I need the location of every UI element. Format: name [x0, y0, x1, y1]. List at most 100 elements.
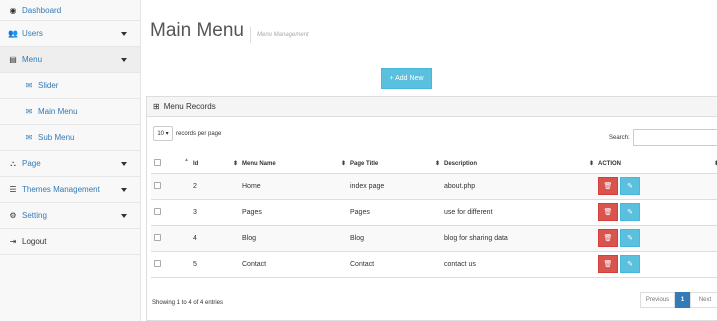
records-panel: ⊞ Menu Records 10 ▾ records per page Sea…: [146, 96, 717, 321]
cell-description: contact us: [444, 251, 598, 278]
sidebar-item-menu[interactable]: ▤ Menu: [0, 47, 140, 73]
sort-icon: ⬍: [232, 161, 238, 167]
cell-menu-name: Home: [242, 173, 350, 200]
users-icon: 👥: [8, 29, 18, 38]
list-icon: ☰: [9, 185, 17, 194]
delete-button[interactable]: 🗑: [598, 203, 618, 221]
sort-icon: ⬍: [340, 161, 346, 167]
col-page-title[interactable]: Page Title ⬍: [350, 155, 444, 174]
search-label: Search:: [609, 134, 630, 141]
sidebar-item-users[interactable]: 👥 Users: [0, 21, 140, 47]
table-info: Showing 1 to 4 of 4 entries: [152, 300, 224, 306]
table-row: 3 Pages Pages use for different 🗑 ✎: [151, 199, 717, 226]
sidebar-item-sub-menu[interactable]: ✉ Sub Menu: [0, 125, 140, 151]
sort-up-icon: ▲: [184, 157, 189, 163]
cell-description: blog for sharing data: [444, 225, 598, 252]
search-input[interactable]: [632, 129, 717, 146]
delete-button[interactable]: 🗑: [598, 255, 618, 273]
panel-title: Menu Records: [163, 102, 216, 111]
select-all-checkbox[interactable]: [154, 159, 161, 167]
cell-page-title: index page: [350, 173, 444, 200]
caret-down-icon: [121, 32, 127, 36]
dashboard-icon: ◉: [9, 5, 17, 15]
sign-out-icon: ⇥: [9, 237, 17, 246]
envelope-icon: ✉: [25, 81, 33, 90]
edit-button[interactable]: ✎: [620, 177, 640, 195]
cogs-icon: ⚙: [9, 211, 17, 220]
cell-description: about.php: [444, 173, 598, 200]
cell-id: 5: [193, 251, 242, 278]
row-checkbox[interactable]: [154, 259, 161, 267]
trash-icon: 🗑: [603, 183, 613, 190]
cell-id: 3: [193, 199, 242, 226]
sidebar-item-main-menu[interactable]: ✉ Main Menu: [0, 99, 140, 125]
delete-button[interactable]: 🗑: [598, 229, 618, 247]
edit-button[interactable]: ✎: [620, 203, 640, 221]
sitemap-icon: ⛬: [10, 158, 16, 168]
previous-page-button[interactable]: Previous: [640, 292, 675, 308]
caret-down-icon: [121, 214, 127, 218]
cell-page-title: Contact: [350, 251, 444, 278]
main-content: Main Menu Menu Management + Add New ⊞ Me…: [141, 0, 717, 321]
envelope-icon: ✉: [25, 107, 33, 116]
row-checkbox[interactable]: [154, 233, 161, 241]
page-title: Main Menu: [150, 20, 244, 41]
row-checkbox[interactable]: [154, 207, 161, 215]
caret-down-icon: [121, 188, 127, 192]
cell-description: use for different: [444, 199, 598, 226]
records-table: ▲ Id ⬍ Menu Name ⬍ Page Title ⬍ Descript…: [151, 155, 717, 278]
page-length-label: records per page: [176, 130, 222, 137]
table-icon: ⊞: [153, 102, 160, 111]
caret-down-icon: ▾: [165, 131, 169, 137]
sidebar-item-dashboard[interactable]: ◉ Dashboard: [0, 0, 140, 21]
edit-button[interactable]: ✎: [620, 229, 640, 247]
caret-down-icon: [121, 162, 127, 166]
edit-icon: ✎: [627, 235, 633, 242]
col-description[interactable]: Description ⬍: [444, 155, 598, 174]
page-1-button[interactable]: 1: [675, 292, 690, 308]
sidebar: ◉ Dashboard 👥 Users ▤ Menu ✉ Slider ✉ Ma…: [0, 0, 141, 321]
table-search: Search:: [609, 129, 717, 146]
pagination: Previous 1 Next: [640, 292, 717, 308]
records-per-page: 10 ▾ records per page: [153, 126, 221, 141]
table-row: 2 Home index page about.php 🗑 ✎: [151, 173, 717, 200]
edit-icon: ✎: [627, 183, 633, 190]
cell-id: 2: [193, 173, 242, 200]
add-new-button[interactable]: + Add New: [381, 68, 432, 89]
col-action[interactable]: ACTION ⬍: [598, 155, 717, 174]
row-checkbox[interactable]: [154, 181, 161, 189]
page-length-select[interactable]: 10 ▾: [153, 126, 173, 141]
sidebar-item-setting[interactable]: ⚙ Setting: [0, 203, 140, 229]
col-id[interactable]: Id ⬍: [193, 155, 242, 174]
col-menu-name[interactable]: Menu Name ⬍: [242, 155, 350, 174]
trash-icon: 🗑: [603, 209, 613, 216]
sidebar-item-themes[interactable]: ☰ Themes Management: [0, 177, 140, 203]
cell-menu-name: Blog: [242, 225, 350, 252]
table-header-row: ▲ Id ⬍ Menu Name ⬍ Page Title ⬍ Descript…: [151, 155, 717, 174]
sidebar-item-slider[interactable]: ✉ Slider: [0, 73, 140, 99]
sidebar-item-page[interactable]: ⛬ Page: [0, 151, 140, 177]
select-all-header[interactable]: ▲: [151, 155, 193, 174]
cell-page-title: Blog: [350, 225, 444, 252]
cell-page-title: Pages: [350, 199, 444, 226]
cell-menu-name: Contact: [242, 251, 350, 278]
trash-icon: 🗑: [603, 235, 613, 242]
panel-heading: ⊞ Menu Records: [147, 97, 717, 117]
envelope-icon: ✉: [25, 133, 33, 142]
sort-icon: ⬍: [434, 161, 440, 167]
edit-icon: ✎: [627, 261, 633, 268]
delete-button[interactable]: 🗑: [598, 177, 618, 195]
sort-icon: ⬍: [588, 161, 594, 167]
edit-button[interactable]: ✎: [620, 255, 640, 273]
caret-down-icon: [121, 58, 127, 62]
cell-menu-name: Pages: [242, 199, 350, 226]
cell-id: 4: [193, 225, 242, 252]
edit-icon: ✎: [627, 209, 633, 216]
next-page-button[interactable]: Next: [690, 292, 717, 308]
menu-icon: ▤: [9, 55, 17, 64]
page-header: Main Menu Menu Management: [150, 20, 309, 43]
table-row: 4 Blog Blog blog for sharing data 🗑 ✎: [151, 225, 717, 252]
sidebar-item-logout[interactable]: ⇥ Logout: [0, 229, 140, 255]
trash-icon: 🗑: [603, 261, 613, 268]
table-row: 5 Contact Contact contact us 🗑 ✎: [151, 251, 717, 278]
